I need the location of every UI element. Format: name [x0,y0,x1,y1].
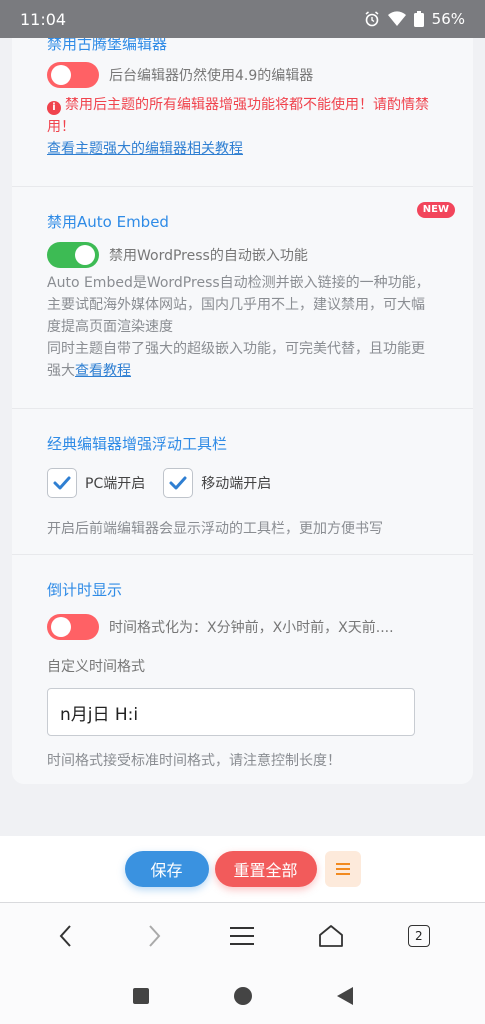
reset-all-button[interactable]: 重置全部 [214,851,317,887]
auto-embed-toggle-label: 禁用WordPress的自动嵌入功能 [109,248,308,264]
countdown-toggle-label: 时间格式化为：X分钟前，X小时前，X天前.... [109,620,394,636]
system-nav-bar [0,968,485,1024]
status-time: 11:04 [20,9,67,29]
info-icon: i [47,101,61,115]
auto-embed-title: 禁用Auto Embed [47,213,169,231]
home-icon [318,924,343,947]
auto-embed-desc: Auto Embed是WordPress自动检测并嵌入链接的一种功能，主要试配海… [47,272,438,382]
countdown-toggle-row: 时间格式化为：X分钟前，X小时前，X天前.... [47,614,438,640]
toolbar-section: 经典编辑器增强浮动工具栏 PC端开启 移动端开启 开启后前端编辑器会显示浮动的工… [12,434,473,540]
mobile-checkbox[interactable] [163,468,194,498]
chevron-left-icon [59,924,71,947]
pc-checkbox[interactable] [47,468,77,498]
alarm-icon [365,11,379,27]
countdown-title: 倒计时显示 [47,581,123,599]
auto-embed-desc-line2: 同时主题自带了强大的超级嵌入功能，可完美代替，且功能更强大查看教程 [47,338,438,382]
gutenberg-tutorial-link[interactable]: 查看主题强大的编辑器相关教程 [47,141,243,157]
tab-count: 2 [407,924,430,947]
toolbar-desc: 开启后前端编辑器会显示浮动的工具栏，更加方便书写 [47,521,383,537]
time-format-label: 自定义时间格式 [47,659,145,675]
menu-icon [230,926,255,945]
auto-embed-toggle-row: 禁用WordPress的自动嵌入功能 [47,242,438,268]
recents-icon[interactable] [132,987,150,1005]
pc-label: PC端开启 [85,476,146,492]
mobile-label: 移动端开启 [201,476,272,492]
tabs-button[interactable]: 2 [399,916,439,956]
browser-toolbar: 2 [0,902,485,968]
auto-embed-section: NEW 禁用Auto Embed 禁用WordPress的自动嵌入功能 Auto… [12,202,473,382]
gutenberg-section: 禁用古腾堡编辑器 后台编辑器仍然使用4.9的编辑器 i 禁用后主题的所有编辑器增强… [12,38,473,158]
toolbar-checks: PC端开启 移动端开启 [47,468,438,498]
divider [12,554,473,555]
home-button[interactable] [311,916,351,956]
divider [12,186,473,187]
auto-embed-desc-line1: Auto Embed是WordPress自动检测并嵌入链接的一种功能，主要试配海… [47,275,430,335]
auto-embed-tutorial-link[interactable]: 查看教程 [75,363,131,379]
check-icon [169,476,187,490]
toggle-knob [51,65,71,85]
countdown-toggle[interactable] [47,614,99,640]
toggle-knob [51,617,71,637]
divider [12,408,473,409]
back-button[interactable] [46,916,86,956]
auto-embed-toggle[interactable] [47,242,99,268]
check-icon [53,476,71,490]
pc-check-item[interactable]: PC端开启 [47,468,145,498]
new-badge: NEW [416,202,455,218]
time-format-input[interactable]: n月j日 H:i [47,688,415,736]
status-icons: 56% [364,10,465,28]
menu-button[interactable] [324,851,361,887]
gutenberg-toggle-label: 后台编辑器仍然使用4.9的编辑器 [109,68,314,84]
time-format-hint: 时间格式接受标准时间格式，请注意控制长度！ [47,753,341,769]
status-bar: 11:04 56% [0,0,485,38]
action-bar: 保存 重置全部 [0,836,485,902]
back-nav-icon[interactable] [336,986,354,1006]
home-nav-icon[interactable] [233,986,253,1006]
battery-icon [413,11,424,27]
toolbar-title: 经典编辑器增强浮动工具栏 [47,435,228,453]
save-button[interactable]: 保存 [124,851,209,887]
wifi-icon [387,11,406,26]
settings-card: 禁用古腾堡编辑器 后台编辑器仍然使用4.9的编辑器 i 禁用后主题的所有编辑器增强… [12,38,473,784]
chevron-right-icon [149,924,161,947]
toggle-knob [75,245,95,265]
gutenberg-title: 禁用古腾堡编辑器 [47,38,168,53]
battery-percent: 56% [431,10,465,28]
forward-button[interactable] [134,916,174,956]
gutenberg-warning: i 禁用后主题的所有编辑器增强功能将都不能使用！请酌情禁用！ [47,94,438,138]
browser-menu-button[interactable] [222,916,262,956]
countdown-section: 倒计时显示 时间格式化为：X分钟前，X小时前，X天前.... 自定义时间格式 n… [12,580,473,772]
hamburger-icon [335,863,350,875]
mobile-check-item[interactable]: 移动端开启 [163,468,271,498]
gutenberg-warning-text: 禁用后主题的所有编辑器增强功能将都不能使用！请酌情禁用！ [47,97,429,135]
gutenberg-toggle-row: 后台编辑器仍然使用4.9的编辑器 [47,62,438,88]
gutenberg-toggle[interactable] [47,62,99,88]
